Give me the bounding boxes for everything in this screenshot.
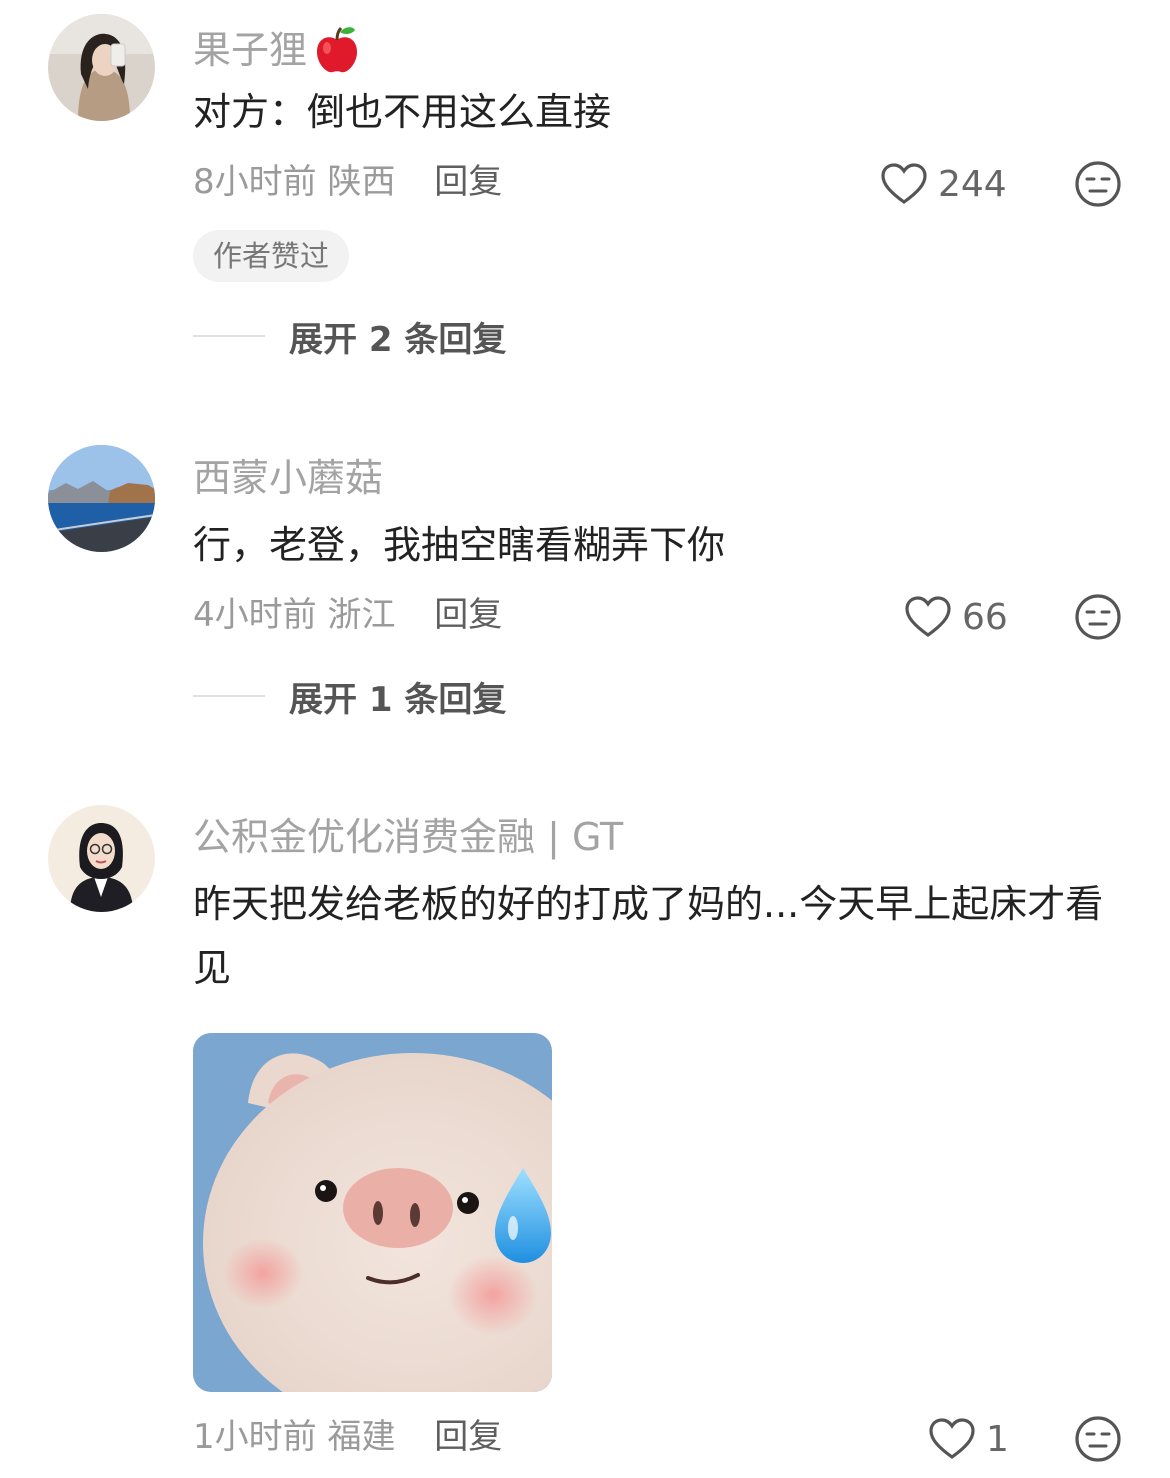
like-button[interactable]: 66 — [904, 591, 1008, 643]
reply-button[interactable]: 回复 — [434, 162, 502, 202]
expand-replies-button[interactable]: 展开 1 条回复 — [193, 674, 506, 720]
heart-outline-icon — [905, 596, 951, 637]
avatar[interactable] — [48, 805, 155, 912]
divider — [193, 335, 265, 337]
like-count: 66 — [962, 596, 1008, 638]
expand-replies-button[interactable]: 展开 2 条回复 — [193, 314, 506, 360]
like-count: 1 — [986, 1418, 1009, 1460]
comment-text: 行，老登，我抽空瞎看糊弄下你 — [193, 523, 726, 567]
username[interactable]: 西蒙小蘑菇 — [193, 455, 383, 501]
username[interactable]: 果子狸 — [193, 22, 365, 78]
comment-time: 4小时前 — [193, 595, 317, 635]
comment-meta: 8小时前 陕西 回复 — [193, 160, 502, 204]
comment-meta: 1小时前 福建 回复 — [193, 1415, 502, 1459]
username[interactable]: 公积金优化消费金融 | GT — [193, 814, 623, 860]
like-button[interactable]: 244 — [880, 158, 1007, 210]
apple-icon — [317, 26, 358, 73]
comment-location: 浙江 — [327, 595, 396, 635]
reply-button[interactable]: 回复 — [434, 1417, 502, 1457]
comment-time: 1小时前 — [193, 1417, 317, 1457]
comment-image[interactable] — [193, 1033, 552, 1392]
like-count: 244 — [938, 163, 1007, 205]
like-button[interactable]: 1 — [928, 1413, 1009, 1465]
comment-location: 陕西 — [327, 162, 396, 202]
author-liked-badge: 作者赞过 — [193, 230, 350, 282]
comment-time: 8小时前 — [193, 162, 317, 202]
heart-outline-icon — [929, 1418, 975, 1459]
meh-face-icon[interactable] — [1074, 160, 1122, 208]
comment-text: 对方：倒也不用这么直接 — [193, 90, 612, 134]
meh-face-icon[interactable] — [1074, 1415, 1122, 1463]
meh-face-icon[interactable] — [1074, 593, 1122, 641]
heart-outline-icon — [881, 163, 927, 204]
divider — [193, 695, 265, 697]
reply-button[interactable]: 回复 — [434, 595, 502, 635]
comment-location: 福建 — [327, 1417, 396, 1457]
comment-meta: 4小时前 浙江 回复 — [193, 593, 502, 637]
avatar[interactable] — [48, 14, 155, 121]
felt-pig-image — [193, 1033, 552, 1392]
comment-text: 昨天把发给老板的好的打成了妈的...今天早上起床才看见 — [193, 882, 1104, 990]
avatar[interactable] — [48, 445, 155, 552]
